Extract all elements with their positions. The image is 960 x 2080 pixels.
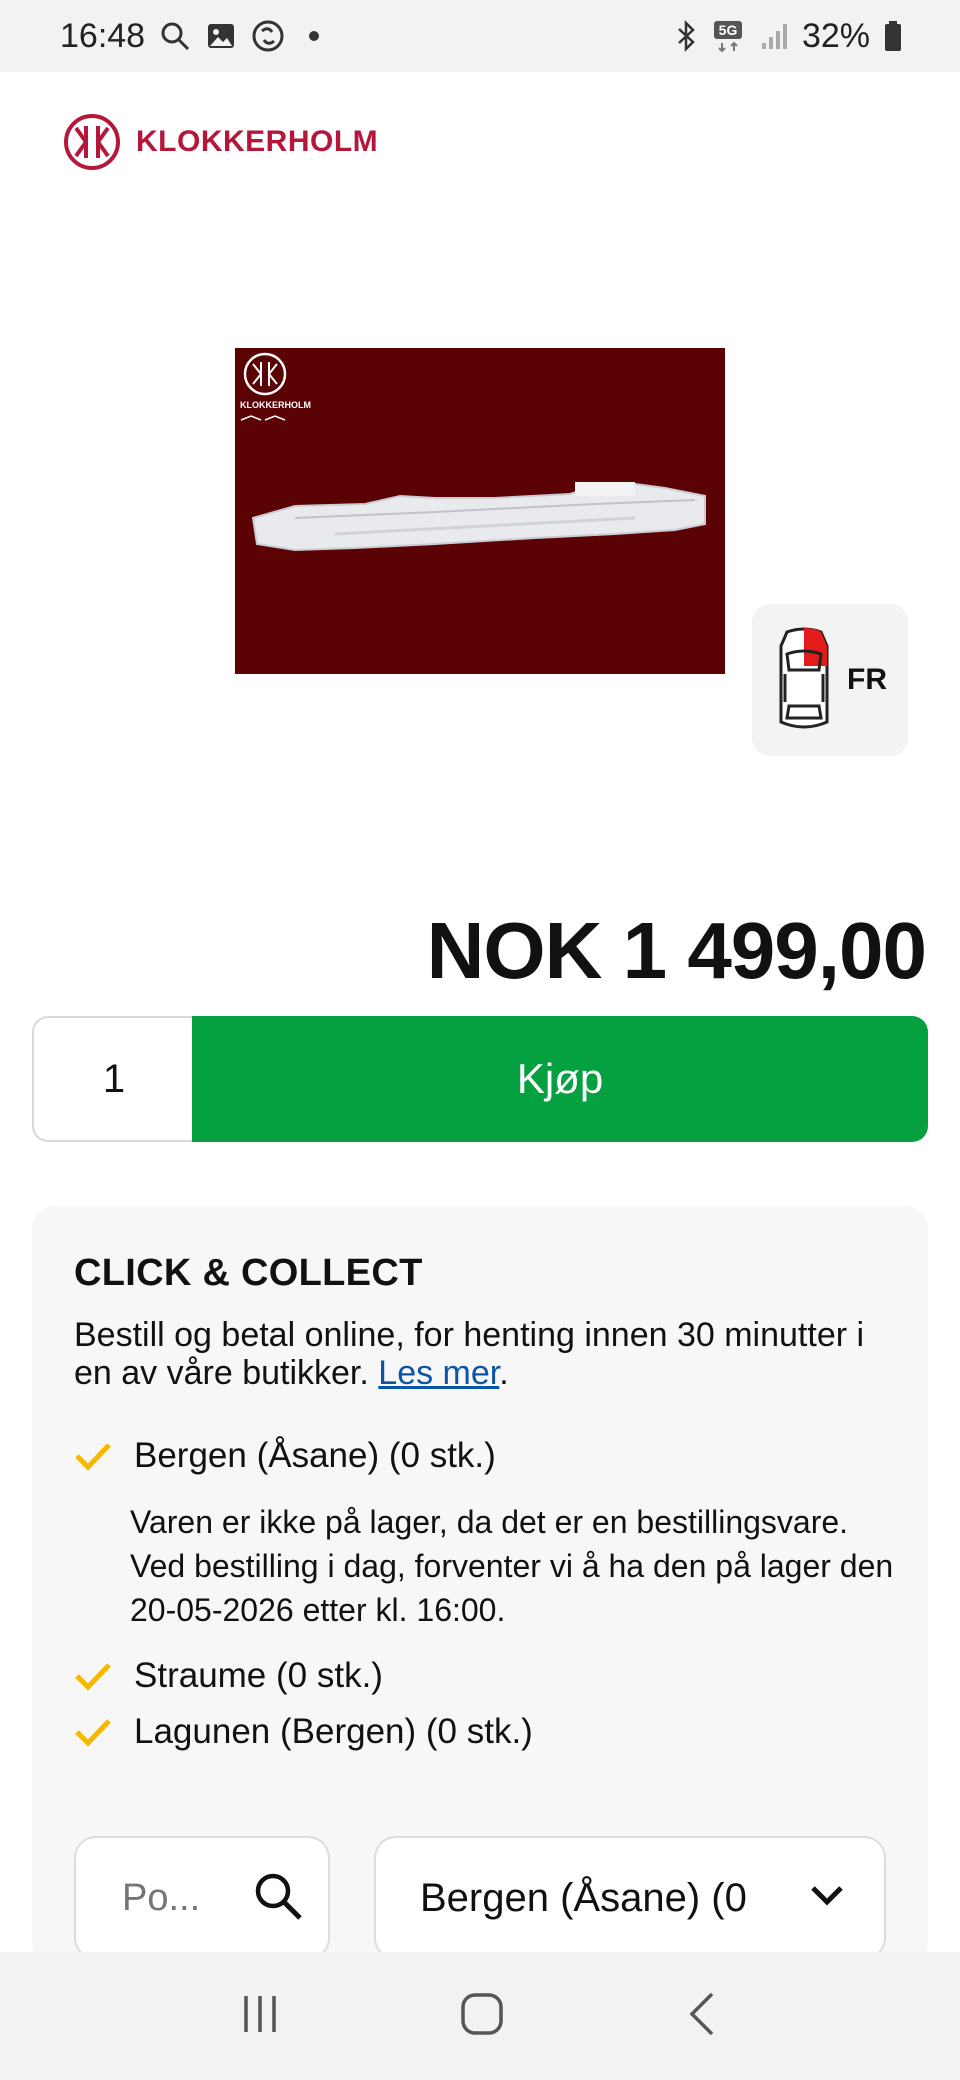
check-icon bbox=[74, 1441, 112, 1471]
store-select[interactable]: Bergen (Åsane) (0 stk.) bbox=[374, 1836, 886, 1960]
read-more-link[interactable]: Les mer bbox=[378, 1354, 499, 1392]
image-logo-text: KLOKKERHOLM bbox=[240, 400, 311, 410]
brand-name: KLOKKERHOLM bbox=[136, 125, 379, 158]
status-bar: 16:48 5G 32% bbox=[0, 0, 960, 72]
notification-dot bbox=[309, 31, 320, 41]
back-icon[interactable] bbox=[682, 1990, 722, 2043]
store-select-value: Bergen (Åsane) (0 stk.) bbox=[420, 1875, 758, 1920]
battery-icon bbox=[884, 20, 902, 52]
click-collect-description: Bestill og betal online, for henting inn… bbox=[74, 1316, 874, 1392]
signal-icon bbox=[760, 21, 788, 51]
5g-icon: 5G bbox=[712, 19, 746, 53]
check-icon bbox=[74, 1661, 112, 1691]
sill-panel-illustration: KLOKKERHOLM bbox=[240, 352, 706, 552]
home-icon[interactable] bbox=[458, 1990, 506, 2043]
klokkerholm-logo-icon bbox=[64, 114, 120, 170]
quantity-input[interactable]: 1 bbox=[32, 1016, 194, 1142]
buy-button[interactable]: Kjøp bbox=[192, 1016, 928, 1142]
shazam-icon bbox=[251, 19, 285, 53]
store-name: Bergen (Åsane) (0 stk.) bbox=[134, 1436, 496, 1475]
network-type: 5G bbox=[719, 22, 738, 38]
battery-percent: 32% bbox=[801, 16, 870, 55]
bluetooth-icon bbox=[674, 20, 698, 52]
position-badge: FR bbox=[752, 604, 908, 756]
chevron-down-icon bbox=[810, 1884, 844, 1913]
system-nav-bar bbox=[0, 1952, 960, 2080]
search-icon bbox=[159, 20, 191, 52]
store-item: Bergen (Åsane) (0 stk.) bbox=[74, 1436, 496, 1476]
search-icon[interactable] bbox=[252, 1870, 304, 1927]
store-availability-note: Varen er ikke på lager, da det er en bes… bbox=[130, 1504, 894, 1628]
store-item: Lagunen (Bergen) (0 stk.) bbox=[74, 1712, 533, 1752]
brand-logo[interactable]: KLOKKERHOLM bbox=[62, 112, 378, 172]
postal-search-field[interactable] bbox=[74, 1836, 330, 1960]
check-icon bbox=[74, 1717, 112, 1747]
car-position-icon bbox=[779, 627, 829, 729]
recent-apps-icon[interactable] bbox=[238, 1992, 282, 2041]
description-period: . bbox=[499, 1354, 509, 1392]
product-price: NOK 1 499,00 bbox=[426, 906, 927, 995]
position-label: FR bbox=[847, 663, 887, 696]
store-item: Straume (0 stk.) bbox=[74, 1656, 383, 1696]
store-name: Lagunen (Bergen) (0 stk.) bbox=[134, 1712, 533, 1751]
product-image[interactable]: KLOKKERHOLM bbox=[235, 348, 725, 674]
status-time: 16:48 bbox=[60, 16, 146, 55]
gallery-icon bbox=[205, 20, 237, 52]
click-collect-title: CLICK & COLLECT bbox=[74, 1252, 423, 1294]
postal-search-input[interactable] bbox=[120, 1875, 224, 1921]
store-name: Straume (0 stk.) bbox=[134, 1656, 383, 1695]
